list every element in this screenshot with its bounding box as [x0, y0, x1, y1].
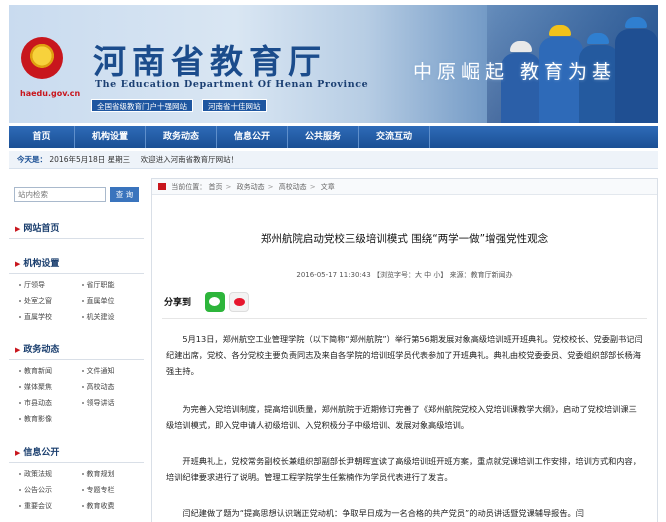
article-paragraph: 为完善入党培训制度，提高培训质量，郑州航院于近期修订完善了《郑州航院党校入党培训…	[166, 404, 637, 430]
award-badge-1[interactable]: 全国省级教育门户十强网站	[91, 99, 193, 112]
article-paragraph: 开班典礼上，党校常务副校长兼组织部副部长尹朝晖宣读了高级培训班开班方案，重点就党…	[166, 456, 641, 482]
site-banner: ★ haedu.gov.cn 河南省教育厅 The Education Depa…	[9, 5, 658, 123]
main-nav: 首页 机构设置 政务动态 信息公开 公共服务 交流互动	[9, 126, 658, 148]
sidebar-link[interactable]: 公告公示	[19, 482, 82, 498]
breadcrumb-article: 文章	[320, 183, 335, 191]
nav-item-news[interactable]: 政务动态	[146, 126, 217, 148]
current-date: 2016年5月18日 星期三	[49, 155, 131, 164]
site-search-input[interactable]	[14, 187, 106, 202]
sidebar-link[interactable]: 省厅职能	[82, 277, 145, 293]
article-title: 郑州航院启动党校三级培训模式 围绕“两学一做”增强党性观念	[260, 233, 549, 245]
nav-item-home[interactable]: 首页	[9, 126, 75, 148]
sidebar-head-label: 机构设置	[23, 259, 60, 269]
site-title-cn: 河南省教育厅	[93, 42, 327, 81]
site-url: haedu.gov.cn	[20, 89, 81, 98]
sidebar-link[interactable]: 直属学校	[19, 309, 82, 325]
arrow-icon: ▶	[15, 449, 21, 457]
welcome-text: 欢迎进入河南省教育厅网站！	[140, 155, 239, 164]
page: ★ haedu.gov.cn 河南省教育厅 The Education Depa…	[0, 0, 666, 522]
article-panel: 当前位置： 首页 > 政务动态 > 高校动态 > 文章 郑州航院启动党校三级培训模式 …	[151, 178, 658, 522]
sidebar-link[interactable]: 教育收费	[82, 498, 145, 514]
breadcrumb: 当前位置： 首页 > 政务动态 > 高校动态 > 文章	[152, 179, 657, 195]
sidebar-head-label: 政务动态	[23, 345, 60, 355]
sidebar-link[interactable]: 领导讲话	[82, 395, 145, 411]
breadcrumb-label: 当前位置：	[171, 183, 207, 191]
sidebar-link[interactable]: 专题专栏	[82, 482, 145, 498]
arrow-icon: ▶	[15, 225, 21, 233]
national-emblem-icon: ★	[21, 37, 63, 79]
sidebar-link[interactable]: 教育影像	[19, 411, 82, 427]
breadcrumb-university[interactable]: 高校动态	[279, 183, 307, 191]
nav-item-organization[interactable]: 机构设置	[75, 126, 146, 148]
sidebar-link[interactable]: 重要会议	[19, 498, 82, 514]
article-paragraph: 5月13日，郑州航空工业管理学院（以下简称“郑州航院”）举行第56期发展对象高级…	[166, 334, 643, 376]
weibo-share-icon[interactable]	[229, 292, 249, 312]
search-button[interactable]: 查 询	[110, 187, 139, 202]
share-label: 分享到	[164, 298, 192, 308]
sidebar-head-news[interactable]: ▶ 政务动态	[9, 340, 144, 360]
breadcrumb-news[interactable]: 政务动态	[237, 183, 265, 191]
sidebar-link[interactable]: 市县动态	[19, 395, 82, 411]
sidebar-link[interactable]: 直属单位	[82, 293, 145, 309]
sidebar-link[interactable]: 厅领导	[19, 277, 82, 293]
sidebar-link[interactable]: 文件通知	[82, 363, 145, 379]
banner-slogan: 中原崛起 教育为基	[413, 61, 617, 83]
sidebar-head-organization[interactable]: ▶ 机构设置	[9, 254, 144, 274]
award-badge-2[interactable]: 河南省十佳网站	[202, 99, 267, 112]
article-meta: 2016-05-17 11:30:43 【浏览字号：大 中 小】 来源：教育厅新…	[296, 271, 513, 279]
sidebar-head-label: 信息公开	[23, 448, 60, 458]
home-icon	[158, 183, 166, 190]
article-paragraph: 闫纪建做了题为“提高思想认识端正党动机：争取早日成为一名合格的共产党员”的动员讲…	[182, 508, 584, 518]
sidebar-link[interactable]: 媒体聚焦	[19, 379, 82, 395]
sidebar-section-news: ▶ 政务动态 教育新闻 文件通知 媒体聚焦 高校动态 市县动态 领导讲话 教育影像	[9, 340, 144, 427]
arrow-icon: ▶	[15, 346, 21, 354]
sidebar-head-home[interactable]: ▶ 网站首页	[9, 219, 144, 239]
sidebar-head-disclosure[interactable]: ▶ 信息公开	[9, 443, 144, 463]
sidebar-link[interactable]: 处室之窗	[19, 293, 82, 309]
arrow-icon: ▶	[15, 260, 21, 268]
nav-item-disclosure[interactable]: 信息公开	[217, 126, 288, 148]
sidebar-link[interactable]: 高校动态	[82, 379, 145, 395]
sidebar-section-organization: ▶ 机构设置 厅领导 省厅职能 处室之窗 直属单位 直属学校 机关建设	[9, 254, 144, 325]
nav-item-services[interactable]: 公共服务	[288, 126, 359, 148]
wechat-share-icon[interactable]	[205, 292, 225, 312]
sidebar-link[interactable]: 教育规划	[82, 466, 145, 482]
date-bar: 今天是： 2016年5月18日 星期三 欢迎进入河南省教育厅网站！	[9, 151, 658, 169]
sidebar-head-label: 网站首页	[23, 224, 60, 234]
sidebar-link[interactable]: 机关建设	[82, 309, 145, 325]
sidebar-link[interactable]: 政策法规	[19, 466, 82, 482]
date-label: 今天是：	[17, 155, 47, 164]
sidebar-section-home: ▶ 网站首页	[9, 219, 144, 239]
site-title-en: The Education Department Of Henan Provin…	[95, 79, 369, 90]
sidebar-link[interactable]: 教育新闻	[19, 363, 82, 379]
nav-item-interaction[interactable]: 交流互动	[359, 126, 430, 148]
sidebar: 查 询 ▶网站首页 ▶机构设置 厅领导 省厅职能 处室之窗 直属单位 直属学校 …	[9, 178, 144, 522]
breadcrumb-home[interactable]: 首页	[208, 183, 222, 191]
sidebar-section-disclosure: ▶ 信息公开 政策法规 教育规划 公告公示 专题专栏 重要会议 教育收费	[9, 443, 144, 514]
divider	[162, 318, 647, 319]
